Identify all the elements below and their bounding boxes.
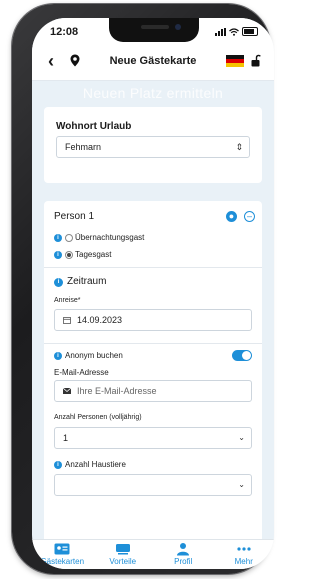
persons-count-select[interactable]: 1 ⌄ <box>54 427 252 449</box>
residence-label: Wohnort Urlaub <box>56 121 132 132</box>
calendar-icon <box>63 317 71 324</box>
id-card-icon <box>54 543 70 555</box>
location-pin-icon[interactable] <box>70 54 80 67</box>
tab-label: Vorteile <box>109 557 137 566</box>
info-icon[interactable]: i <box>54 461 62 469</box>
navigation-bar: ‹ Neue Gästekarte <box>32 44 274 81</box>
persons-count-value: 1 <box>63 433 69 443</box>
wifi-icon <box>229 27 239 36</box>
ticket-icon <box>115 544 130 555</box>
anonymous-label: Anonym buchen <box>65 351 123 360</box>
german-flag-icon[interactable] <box>226 55 244 67</box>
notch <box>109 18 199 42</box>
more-dots-icon <box>237 547 251 551</box>
device-mockup: 12:08 ‹ Neue Gästekarte Neuen Platz ermi… <box>0 0 282 579</box>
tab-label: Gästekarten <box>40 557 85 566</box>
form-content[interactable]: Neuen Platz ermitteln Wohnort Urlaub Feh… <box>32 81 274 539</box>
person-card: Person 1 ● – i Übernachtungsgast i Tages… <box>44 201 262 539</box>
tab-guest-cards[interactable]: Gästekarten <box>33 540 91 569</box>
residence-card: Wohnort Urlaub Fehmarn ⇕ <box>44 107 262 183</box>
page-title: Neue Gästekarte <box>109 55 197 67</box>
mail-icon <box>62 387 72 394</box>
system-icons <box>215 27 258 36</box>
status-time: 12:08 <box>50 26 79 38</box>
info-icon[interactable]: i <box>54 234 62 242</box>
radio-day-guest[interactable] <box>65 251 73 259</box>
unlock-icon[interactable] <box>251 54 262 67</box>
tab-label: Profil <box>174 557 193 566</box>
email-label: E-Mail-Adresse <box>54 368 109 377</box>
tab-label: Mehr <box>234 557 253 566</box>
tab-benefits[interactable]: Vorteile <box>94 540 152 569</box>
period-title: Zeitraum <box>67 276 107 287</box>
arrival-date-field[interactable]: 14.09.2023 <box>54 309 252 331</box>
person-info-icon[interactable]: ● <box>226 211 237 222</box>
anonymous-toggle[interactable] <box>232 350 252 361</box>
residence-value: Fehmarn <box>65 142 102 152</box>
email-placeholder: Ihre E-Mail-Adresse <box>77 386 157 396</box>
overnight-guest-label: Übernachtungsgast <box>75 233 145 242</box>
front-camera <box>175 24 181 30</box>
email-input[interactable]: Ihre E-Mail-Adresse <box>54 380 252 402</box>
remove-person-icon[interactable]: – <box>244 211 255 222</box>
tab-more[interactable]: Mehr <box>215 540 273 569</box>
chevron-down-icon: ⌄ <box>238 433 245 442</box>
divider <box>44 343 262 344</box>
info-icon[interactable]: i <box>54 352 62 360</box>
back-chevron-icon[interactable]: ‹ <box>48 51 54 71</box>
residence-select[interactable]: Fehmarn ⇕ <box>56 136 250 158</box>
info-icon[interactable]: i <box>54 251 62 259</box>
info-icon[interactable]: i <box>54 278 63 287</box>
pets-label: Anzahl Haustiere <box>65 460 126 469</box>
battery-icon <box>242 27 258 36</box>
divider <box>44 267 262 268</box>
app-screen: 12:08 ‹ Neue Gästekarte Neuen Platz ermi… <box>32 18 274 569</box>
cellular-signal-icon <box>215 27 226 36</box>
chevron-down-icon: ⌄ <box>238 480 245 489</box>
arrival-label: Anreise* <box>54 297 81 304</box>
person-title: Person 1 <box>54 211 95 222</box>
person-icon <box>177 543 190 556</box>
tab-profile[interactable]: Profil <box>154 540 212 569</box>
persons-count-label: Anzahl Personen (volljährig) <box>54 414 142 421</box>
pets-select[interactable]: ⌄ <box>54 474 252 496</box>
phone-frame: 12:08 ‹ Neue Gästekarte Neuen Platz ermi… <box>12 4 274 574</box>
stepper-icon: ⇕ <box>235 142 243 152</box>
speaker <box>141 25 169 29</box>
bottom-tab-bar: Gästekarten Vorteile Profil Mehr <box>32 539 274 569</box>
faded-banner-text: Neuen Platz ermitteln <box>82 85 224 101</box>
arrival-date-value: 14.09.2023 <box>77 315 123 325</box>
day-guest-label: Tagesgast <box>75 250 112 259</box>
radio-overnight-guest[interactable] <box>65 234 73 242</box>
